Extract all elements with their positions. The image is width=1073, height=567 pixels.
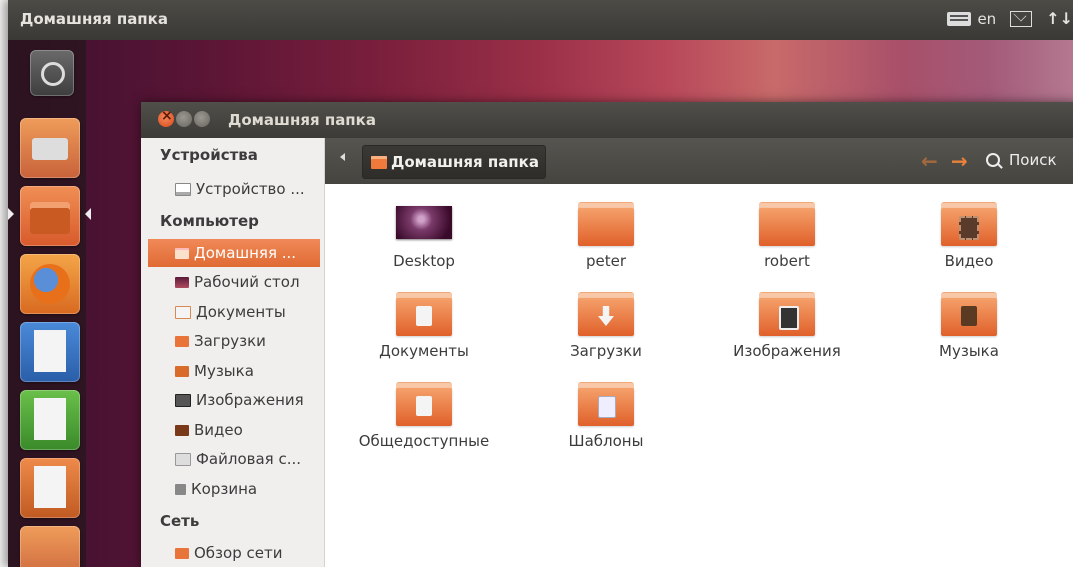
sidebar-item-browse-network[interactable]: Обзор сети: [148, 539, 320, 567]
sidebar-item-documents[interactable]: Документы: [148, 298, 320, 326]
pictures-folder-icon: [759, 292, 815, 336]
installer-icon[interactable]: [20, 118, 80, 178]
firefox-icon[interactable]: [20, 254, 80, 314]
libreoffice-impress-icon[interactable]: [20, 458, 80, 518]
file-item-templates[interactable]: Шаблоны: [506, 364, 706, 458]
filesystem-icon: [175, 452, 191, 466]
sidebar-item-filesystem[interactable]: Файловая с...: [148, 445, 320, 473]
pictures-icon: [175, 393, 191, 407]
public-folder-icon: [396, 382, 452, 426]
home-folder-launcher-icon[interactable]: [20, 186, 80, 246]
window-title: Домашняя папка: [228, 111, 376, 129]
file-item-public[interactable]: Общедоступные: [324, 364, 524, 458]
videos-icon: [175, 424, 189, 436]
sidebar-item-home[interactable]: Домашняя ...: [148, 239, 320, 267]
file-item-music[interactable]: Музыка: [869, 274, 1069, 368]
sidebar-item-downloads[interactable]: Загрузки: [148, 327, 320, 355]
home-folder-icon: [371, 155, 387, 169]
sidebar-item-videos[interactable]: Видео: [148, 416, 320, 444]
home-folder-icon: [175, 247, 189, 259]
sidebar-item-pictures[interactable]: Изображения: [148, 386, 320, 414]
file-manager-window: Домашняя папка Устройства Устройство ...…: [141, 102, 1073, 567]
desktop-icon: [175, 276, 189, 288]
documents-folder-icon: [396, 292, 452, 336]
breadcrumb-scroll-left-icon[interactable]: [340, 153, 345, 161]
music-folder-icon: [941, 292, 997, 336]
file-item-pictures[interactable]: Изображения: [687, 274, 887, 368]
video-folder-icon: [941, 202, 997, 246]
indicator-area: en ↑↓: [947, 9, 1073, 28]
file-item-peter[interactable]: peter: [506, 184, 706, 278]
keyboard-layout-indicator[interactable]: en: [977, 10, 996, 28]
top-panel-title: Домашняя папка: [20, 10, 168, 28]
sidebar-item-device[interactable]: Устройство ...: [148, 175, 320, 203]
drive-icon: [175, 182, 191, 196]
file-view: Desktop peter robert Видео Документы Заг…: [325, 184, 1073, 567]
sidebar: Устройства Устройство ... Компьютер Дома…: [141, 138, 325, 567]
documents-icon: [175, 305, 191, 319]
file-item-downloads[interactable]: Загрузки: [506, 274, 706, 368]
file-item-desktop[interactable]: Desktop: [324, 184, 524, 278]
software-center-icon[interactable]: [20, 526, 80, 567]
keyboard-icon[interactable]: [947, 11, 972, 26]
search-label: Поиск: [1009, 151, 1057, 169]
templates-folder-icon: [578, 382, 634, 426]
forward-arrow-icon[interactable]: →: [951, 149, 968, 173]
active-indicator-left: [8, 208, 14, 220]
top-panel: Домашняя папка en ↑↓: [8, 0, 1073, 40]
downloads-icon: [175, 335, 189, 347]
music-icon: [175, 365, 189, 377]
libreoffice-writer-icon[interactable]: [20, 322, 80, 382]
active-indicator-right: [85, 208, 91, 220]
network-icon[interactable]: ↑↓: [1046, 9, 1073, 28]
sidebar-heading-network: Сеть: [160, 512, 200, 530]
mail-icon[interactable]: [1010, 10, 1033, 27]
trash-icon: [175, 483, 186, 495]
folder-icon: [759, 202, 815, 246]
downloads-folder-icon: [578, 292, 634, 336]
sidebar-item-trash[interactable]: Корзина: [148, 475, 320, 503]
sidebar-item-desktop[interactable]: Рабочий стол: [148, 268, 320, 296]
file-item-robert[interactable]: robert: [687, 184, 887, 278]
toolbar: Домашняя папка ← → Поиск: [325, 138, 1073, 184]
network-folder-icon: [175, 547, 189, 559]
sidebar-heading-computer: Компьютер: [160, 212, 259, 230]
launcher: [8, 40, 91, 567]
maximize-icon[interactable]: [194, 111, 210, 127]
desktop: Домашняя папка en ↑↓ Домашняя папка Устр…: [8, 0, 1073, 567]
search-button[interactable]: Поиск: [986, 151, 1057, 169]
search-icon: [986, 153, 1000, 167]
file-item-videos[interactable]: Видео: [869, 184, 1069, 278]
close-icon[interactable]: [158, 108, 174, 127]
minimize-icon[interactable]: [176, 111, 192, 127]
desktop-thumbnail-icon: [396, 206, 452, 239]
sidebar-item-music[interactable]: Музыка: [148, 357, 320, 385]
back-arrow-icon[interactable]: ←: [921, 149, 938, 173]
breadcrumb-label: Домашняя папка: [391, 153, 539, 171]
libreoffice-calc-icon[interactable]: [20, 390, 80, 450]
sidebar-heading-devices: Устройства: [160, 146, 258, 164]
folder-icon: [578, 202, 634, 246]
file-item-documents[interactable]: Документы: [324, 274, 524, 368]
breadcrumb-home[interactable]: Домашняя папка: [362, 145, 546, 179]
window-titlebar[interactable]: Домашняя папка: [141, 102, 1073, 138]
dash-home-icon[interactable]: [30, 50, 74, 96]
